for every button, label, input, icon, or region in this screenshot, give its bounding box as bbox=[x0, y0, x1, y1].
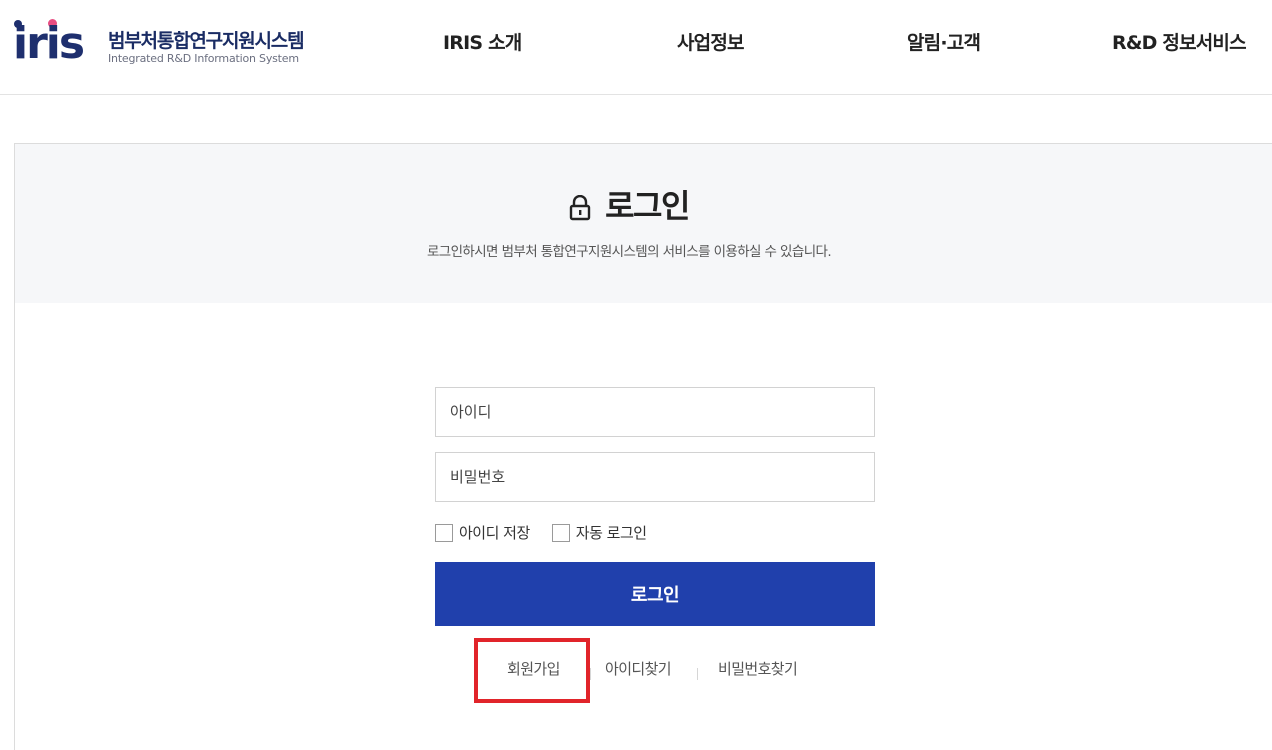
password-input[interactable] bbox=[435, 452, 875, 502]
nav-rnd-info-service[interactable]: R&D 정보서비스 bbox=[1112, 30, 1247, 56]
logo-title-en: Integrated R&D Information System bbox=[108, 52, 299, 65]
login-options: 아이디 저장 자동 로그인 bbox=[435, 522, 669, 543]
link-divider bbox=[590, 668, 591, 680]
link-divider bbox=[697, 668, 698, 680]
auto-login-label[interactable]: 자동 로그인 bbox=[576, 522, 647, 543]
auto-login-checkbox[interactable]: 자동 로그인 bbox=[551, 522, 647, 543]
nav-iris-intro[interactable]: IRIS 소개 bbox=[443, 30, 522, 56]
save-id-label[interactable]: 아이디 저장 bbox=[459, 522, 530, 543]
logo-title-kr: 범부처통합연구지원시스템 bbox=[108, 30, 305, 52]
login-panel: 로그인 로그인하시면 범부처 통합연구지원시스템의 서비스를 이용하실 수 있습… bbox=[14, 143, 1272, 750]
login-button[interactable]: 로그인 bbox=[435, 562, 875, 626]
login-title-row: 로그인 bbox=[15, 186, 1272, 226]
nav-business-info[interactable]: 사업정보 bbox=[677, 30, 745, 56]
account-links: 회원가입 아이디찾기 비밀번호찾기 bbox=[435, 654, 875, 684]
save-id-checkbox-box[interactable] bbox=[435, 523, 453, 542]
site-header: iris 범부처통합연구지원시스템 Integrated R&D Informa… bbox=[0, 0, 1272, 95]
lock-icon bbox=[569, 195, 591, 221]
logo-letters: iris bbox=[13, 18, 85, 69]
signup-link[interactable]: 회원가입 bbox=[507, 658, 560, 679]
user-id-input[interactable] bbox=[435, 387, 875, 437]
find-password-link[interactable]: 비밀번호찾기 bbox=[718, 658, 798, 679]
login-header-band: 로그인 로그인하시면 범부처 통합연구지원시스템의 서비스를 이용하실 수 있습… bbox=[15, 144, 1272, 303]
find-id-link[interactable]: 아이디찾기 bbox=[605, 658, 672, 679]
page-title: 로그인 bbox=[605, 187, 690, 225]
nav-notice-customer[interactable]: 알림·고객 bbox=[907, 30, 981, 56]
login-subtitle: 로그인하시면 범부처 통합연구지원시스템의 서비스를 이용하실 수 있습니다. bbox=[426, 244, 832, 260]
iris-logo-mark: iris bbox=[13, 18, 92, 69]
iris-logo[interactable]: iris 범부처통합연구지원시스템 Integrated R&D Informa… bbox=[13, 18, 305, 69]
save-id-checkbox[interactable]: 아이디 저장 bbox=[435, 522, 530, 543]
auto-login-checkbox-box[interactable] bbox=[551, 523, 570, 542]
logo-text: 범부처통합연구지원시스템 Integrated R&D Information … bbox=[108, 30, 305, 66]
